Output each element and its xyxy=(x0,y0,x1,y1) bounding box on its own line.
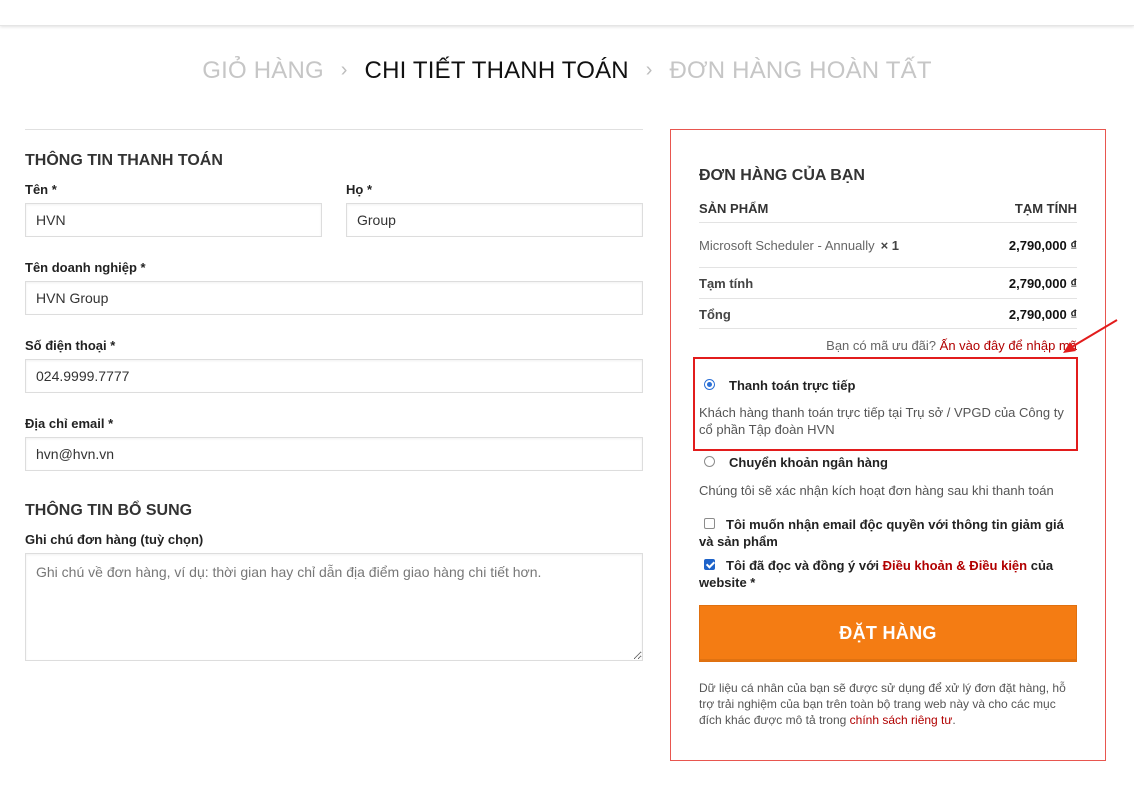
first-name-input[interactable] xyxy=(25,203,322,237)
checkout-steps: GIỎ HÀNG › CHI TIẾT THANH TOÁN › ĐƠN HÀN… xyxy=(0,57,1134,85)
step-complete: ĐƠN HÀNG HOÀN TẤT xyxy=(669,57,932,84)
billing-title: THÔNG TIN THANH TOÁN xyxy=(25,152,223,169)
total-row: Tổng 2,790,000 ₫ xyxy=(699,304,1077,324)
divider xyxy=(699,222,1077,223)
place-order-button[interactable]: ĐẶT HÀNG xyxy=(699,605,1077,662)
product-quantity: × 1 xyxy=(880,237,900,253)
table-row: Microsoft Scheduler - Annually × 1 2,790,… xyxy=(699,235,1077,255)
terms-link[interactable]: Điều khoản & Điều kiện xyxy=(883,558,1027,573)
coupon-question: Bạn có mã ưu đãi? xyxy=(826,338,937,353)
company-label: Tên doanh nghiệp * xyxy=(25,260,146,275)
coupon-link[interactable]: Ấn vào đây để nhập mã xyxy=(940,338,1077,353)
email-label: Địa chỉ email * xyxy=(25,416,114,431)
bank-transfer-description: Chúng tôi sẽ xác nhận kích hoạt đơn hàng… xyxy=(699,483,1054,498)
total-label: Tổng xyxy=(699,306,731,322)
phone-input[interactable] xyxy=(25,359,643,393)
order-title: ĐƠN HÀNG CỦA BẠN xyxy=(699,167,865,184)
subtotal-label: Tạm tính xyxy=(699,275,754,291)
product-name-text: Microsoft Scheduler - Annually xyxy=(699,237,875,253)
step-checkout-link[interactable]: CHI TIẾT THANH TOÁN xyxy=(365,57,629,84)
last-name-label: Họ * xyxy=(346,182,372,197)
product-name: Microsoft Scheduler - Annually × 1 xyxy=(699,238,899,253)
privacy-policy-link[interactable]: chính sách riêng tư xyxy=(850,713,953,727)
divider xyxy=(699,328,1077,329)
top-bar xyxy=(0,0,1134,26)
coupon-prompt: Bạn có mã ưu đãi? Ấn vào đây để nhập mã xyxy=(826,338,1077,353)
terms-consent-label[interactable]: Tôi đã đọc và đồng ý với Điều khoản & Đi… xyxy=(699,557,1077,591)
subtotal-value: 2,790,000 ₫ xyxy=(1008,275,1077,291)
order-notes-textarea[interactable] xyxy=(25,553,643,661)
subtotal-row: Tạm tính 2,790,000 ₫ xyxy=(699,273,1077,293)
annotation-highlight-box xyxy=(693,357,1078,451)
billing-form xyxy=(25,129,643,130)
subtotal-column-header: TẠM TÍNH xyxy=(1014,200,1077,216)
last-name-input[interactable] xyxy=(346,203,643,237)
bank-transfer-label[interactable]: Chuyển khoản ngân hàng xyxy=(729,455,888,470)
step-cart-link[interactable]: GIỎ HÀNG xyxy=(202,57,324,84)
email-input[interactable] xyxy=(25,437,643,471)
bank-transfer-radio[interactable] xyxy=(704,456,715,467)
first-name-label: Tên * xyxy=(25,182,57,197)
annotation-arrow-icon xyxy=(1063,319,1118,353)
divider xyxy=(699,298,1077,299)
order-notes-label: Ghi chú đơn hàng (tuỳ chọn) xyxy=(25,532,204,547)
phone-label: Số điện thoại * xyxy=(25,338,116,353)
privacy-notice: Dữ liệu cá nhân của bạn sẽ được sử dụng … xyxy=(699,680,1079,728)
product-price: 2,790,000 ₫ xyxy=(1008,237,1077,253)
product-column-header: SẢN PHẨM xyxy=(699,200,769,216)
additional-info-title: THÔNG TIN BỔ SUNG xyxy=(25,502,193,519)
privacy-end: . xyxy=(952,713,956,727)
step-separator-icon: › xyxy=(340,59,348,81)
newsletter-consent-label[interactable]: Tôi muốn nhận email độc quyền với thông … xyxy=(699,516,1077,550)
company-input[interactable] xyxy=(25,281,643,315)
payment-option-bank[interactable]: Chuyển khoản ngân hàng Chúng tôi sẽ xác … xyxy=(699,453,1077,498)
order-table-header: SẢN PHẨM TẠM TÍNH xyxy=(699,199,1077,217)
divider xyxy=(699,267,1077,268)
terms-prefix: Tôi đã đọc và đồng ý với xyxy=(726,558,879,573)
step-separator-icon: › xyxy=(645,59,653,81)
